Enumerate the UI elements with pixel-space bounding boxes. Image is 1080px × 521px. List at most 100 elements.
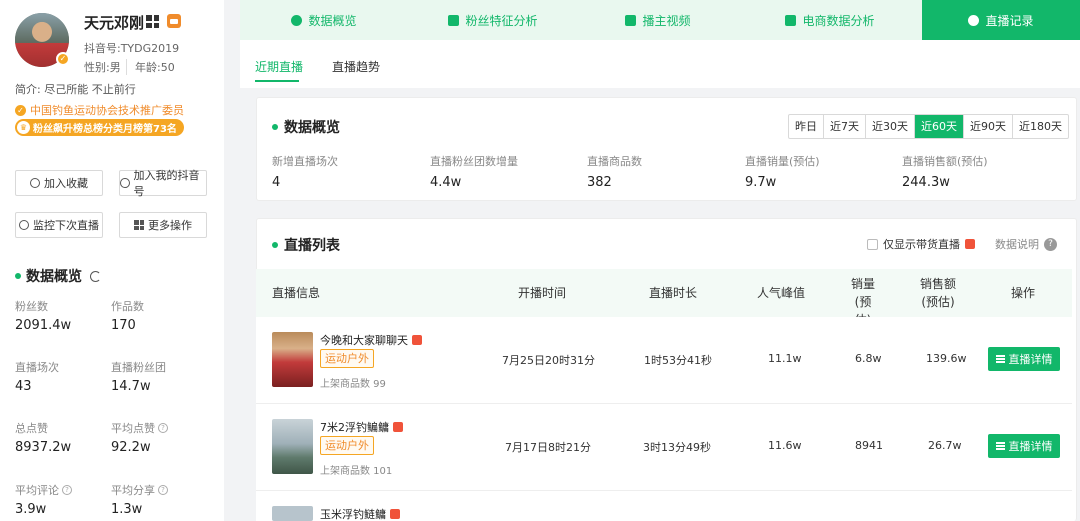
table-row: 今晚和大家聊聊天 运动户外 上架商品数 99 7月25日20时31分 1时53分… <box>256 317 1072 404</box>
live-detail-label: 直播详情 <box>1008 353 1053 366</box>
add-to-mine-button[interactable]: 加入我的抖音号 <box>119 169 207 198</box>
metric-label: 新增直播场次 <box>272 155 338 168</box>
main-tabs: 数据概览 粉丝特征分析 播主视频 电商数据分析 直播记录 <box>240 0 1080 40</box>
grid-icon <box>134 220 144 230</box>
range-30d[interactable]: 近30天 <box>866 115 915 138</box>
goods-count: 上架商品数 101 <box>320 466 393 477</box>
date-range-selector: 昨日 近7天 近30天 近60天 近90天 近180天 <box>788 114 1069 139</box>
range-90d[interactable]: 近90天 <box>964 115 1013 138</box>
subtab-recent-live[interactable]: 近期直播 <box>255 58 303 75</box>
video-icon <box>625 14 637 26</box>
metric-sales: 直播销量(预估) 9.7w <box>745 153 820 190</box>
certification-text: 中国钓鱼运动协会技术推广委员 <box>30 104 184 117</box>
checkbox[interactable] <box>867 238 878 250</box>
start-time: 7月25日20时31分 <box>502 354 595 367</box>
live-detail-button[interactable]: 直播详情 <box>988 347 1060 371</box>
tab-data-overview[interactable]: 数据概览 <box>240 0 408 40</box>
profile-sidebar: ✓ 天元邓刚 抖音号:TYDG2019 性别:男 年龄:50 简介: 尽己所能 … <box>0 0 224 521</box>
monitor-live-button[interactable]: 监控下次直播 <box>15 212 103 238</box>
live-title-text: 今晚和大家聊聊天 <box>320 334 408 347</box>
shopping-bag-icon <box>390 509 400 519</box>
metric-label: 直播销售额(预估) <box>902 155 988 168</box>
tab-live-records[interactable]: 直播记录 <box>922 0 1080 40</box>
monitor-live-label: 监控下次直播 <box>33 219 99 232</box>
bag-icon <box>785 14 797 26</box>
rank-badge[interactable]: ♛ 粉丝飙升榜总榜分类月榜第73名 <box>15 119 184 136</box>
sales: 8941 <box>855 439 883 452</box>
user-card-icon <box>448 14 460 26</box>
stat-label-text: 平均评论 <box>15 484 59 497</box>
stat-label: 平均点赞? <box>111 420 168 436</box>
shopping-bag-icon <box>412 335 422 345</box>
stat-value: 3.9w <box>15 502 47 517</box>
revenue: 139.6w <box>926 352 967 365</box>
table-row: 玉米浮钓鲢鳙 <box>256 491 1072 521</box>
data-explanation[interactable]: 数据说明 ? <box>995 236 1057 252</box>
stat-label: 平均分享? <box>111 482 168 498</box>
subtab-live-trend[interactable]: 直播趋势 <box>332 58 380 75</box>
active-subtab-indicator <box>255 80 299 82</box>
bullet-dot <box>272 124 278 130</box>
bio: 简介: 尽己所能 不止前行 <box>15 83 136 96</box>
live-title[interactable]: 玉米浮钓鲢鳙 <box>320 506 400 521</box>
help-icon[interactable]: ? <box>158 423 168 433</box>
range-7d[interactable]: 近7天 <box>824 115 866 138</box>
question-icon[interactable]: ? <box>1044 237 1057 251</box>
peak-popularity: 11.6w <box>768 439 802 452</box>
crown-icon: ♛ <box>17 121 30 134</box>
live-thumbnail[interactable] <box>272 419 313 474</box>
live-thumbnail[interactable] <box>272 506 313 521</box>
stat-avg-likes: 平均点赞? 92.2w <box>111 420 168 455</box>
help-icon[interactable]: ? <box>158 485 168 495</box>
favorite-button[interactable]: 加入收藏 <box>15 170 103 196</box>
range-180d[interactable]: 近180天 <box>1013 115 1068 138</box>
live-detail-button[interactable]: 直播详情 <box>988 434 1060 458</box>
shop-icon[interactable] <box>167 14 181 28</box>
range-60d[interactable]: 近60天 <box>915 115 964 138</box>
clock-icon <box>968 14 980 26</box>
metric-value: 382 <box>587 175 612 190</box>
stat-value: 92.2w <box>111 440 151 455</box>
metric-new-live: 新增直播场次 4 <box>272 153 338 190</box>
help-icon[interactable]: ? <box>62 485 72 495</box>
th-revenue-line2: (预估) <box>921 295 955 309</box>
category-tag: 运动户外 <box>320 349 374 368</box>
metric-goods-count: 直播商品数 382 <box>587 153 642 190</box>
tab-label: 直播记录 <box>985 13 1034 28</box>
stat-works: 作品数 170 <box>111 298 144 333</box>
stat-live-count: 直播场次 43 <box>15 359 59 394</box>
shopping-bag-icon <box>965 239 975 249</box>
range-yesterday[interactable]: 昨日 <box>789 115 824 138</box>
stat-label: 直播场次 <box>15 361 59 374</box>
douyin-id: 抖音号:TYDG2019 <box>84 42 180 55</box>
live-title[interactable]: 7米2浮钓鳊鳙 <box>320 419 403 435</box>
sales: 6.8w <box>855 352 882 365</box>
qr-code-icon[interactable] <box>146 15 159 28</box>
stat-label: 平均评论? <box>15 482 72 498</box>
tab-ecommerce[interactable]: 电商数据分析 <box>738 0 922 40</box>
stat-avg-comments: 平均评论? 3.9w <box>15 482 72 517</box>
stat-label: 直播粉丝团 <box>111 361 166 374</box>
stat-value: 1.3w <box>111 502 143 517</box>
category-tag: 运动户外 <box>320 436 374 455</box>
duration: 3时13分49秒 <box>643 441 711 454</box>
th-peak: 人气峰值 <box>757 286 806 300</box>
only-goods-filter[interactable]: 仅显示带货直播 <box>867 236 975 252</box>
stat-value: 2091.4w <box>15 318 72 333</box>
live-title[interactable]: 今晚和大家聊聊天 <box>320 332 422 348</box>
overview-title: 数据概览 <box>272 117 340 137</box>
tab-videos[interactable]: 播主视频 <box>578 0 738 40</box>
only-goods-label: 仅显示带货直播 <box>883 238 960 251</box>
age: 年龄:50 <box>126 59 175 75</box>
list-icon <box>995 442 1005 450</box>
shopping-bag-icon <box>393 422 403 432</box>
tab-fan-analysis[interactable]: 粉丝特征分析 <box>408 0 578 40</box>
metric-value: 9.7w <box>745 175 777 190</box>
live-thumbnail[interactable] <box>272 332 313 387</box>
peak-popularity: 11.1w <box>768 352 802 365</box>
th-action: 操作 <box>1011 286 1036 300</box>
monitor-icon <box>19 220 29 230</box>
more-actions-button[interactable]: 更多操作 <box>119 212 207 238</box>
stat-value: 170 <box>111 318 136 333</box>
refresh-icon[interactable] <box>90 270 101 282</box>
